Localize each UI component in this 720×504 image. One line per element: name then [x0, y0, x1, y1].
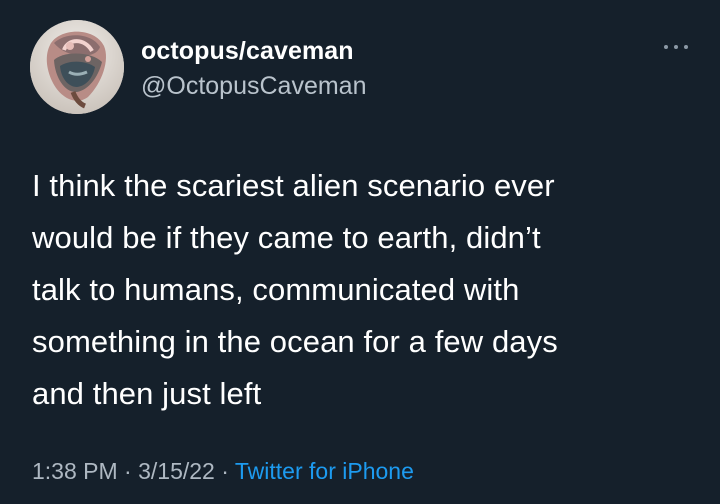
avatar[interactable]	[30, 20, 124, 114]
dot-icon	[684, 45, 688, 49]
tweet-date[interactable]: 3/15/22	[138, 458, 215, 484]
user-handle[interactable]: @OctopusCaveman	[141, 71, 366, 101]
tweet-card: octopus/caveman @OctopusCaveman I think …	[0, 0, 720, 504]
tweet-source[interactable]: Twitter for iPhone	[235, 458, 414, 484]
separator-dot: ·	[221, 458, 229, 484]
author-info[interactable]: octopus/caveman @OctopusCaveman	[141, 36, 366, 101]
dot-icon	[674, 45, 678, 49]
display-name[interactable]: octopus/caveman	[141, 36, 366, 66]
dot-icon	[664, 45, 668, 49]
more-options-icon[interactable]	[664, 40, 688, 54]
separator-dot: ·	[124, 458, 132, 484]
tweet-text: I think the scariest alien scenario ever…	[32, 168, 558, 411]
tweet-metadata: 1:38 PM · 3/15/22 · Twitter for iPhone	[32, 456, 414, 486]
avatar-image	[30, 20, 124, 114]
tweet-time[interactable]: 1:38 PM	[32, 458, 118, 484]
